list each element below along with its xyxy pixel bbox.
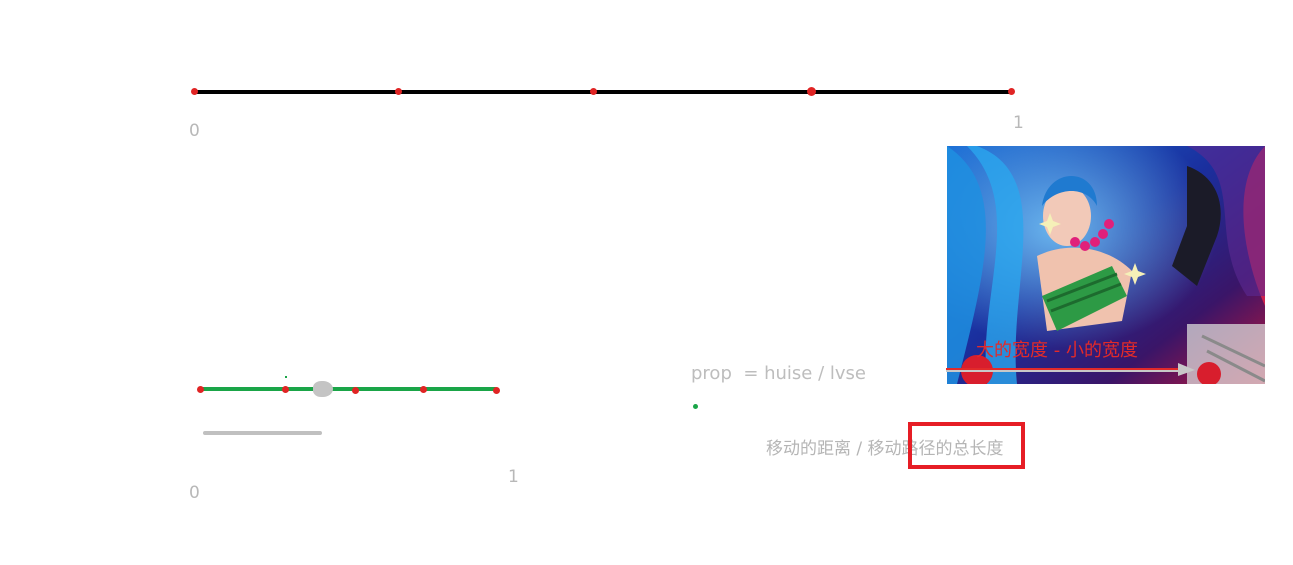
top-scale-start-label: 0	[189, 121, 200, 141]
green-path-point	[493, 387, 500, 394]
green-path-point	[197, 386, 204, 393]
width-difference-text: 大的宽度 - 小的宽度	[976, 340, 1138, 361]
ratio-formula-text: prop = huise / lvse	[691, 363, 866, 384]
marker-tick	[285, 376, 287, 378]
top-scale-line	[195, 90, 1013, 94]
top-scale-point	[590, 88, 597, 95]
top-scale-point	[395, 88, 402, 95]
green-path-point	[282, 386, 289, 393]
arrow-right-icon	[946, 363, 1195, 376]
green-path-point	[420, 386, 427, 393]
gray-progress-track	[203, 431, 322, 435]
highlight-box	[908, 422, 1025, 469]
top-scale-point	[1008, 88, 1015, 95]
green-path-point	[352, 387, 359, 394]
green-dot	[693, 404, 698, 409]
drag-handle[interactable]	[313, 381, 333, 397]
top-scale-point	[807, 87, 816, 96]
top-scale-end-label: 1	[1013, 113, 1024, 133]
bottom-scale-start-label: 0	[189, 483, 200, 503]
top-scale-point	[191, 88, 198, 95]
green-path-line	[201, 387, 497, 391]
bottom-scale-end-label: 1	[508, 467, 519, 487]
